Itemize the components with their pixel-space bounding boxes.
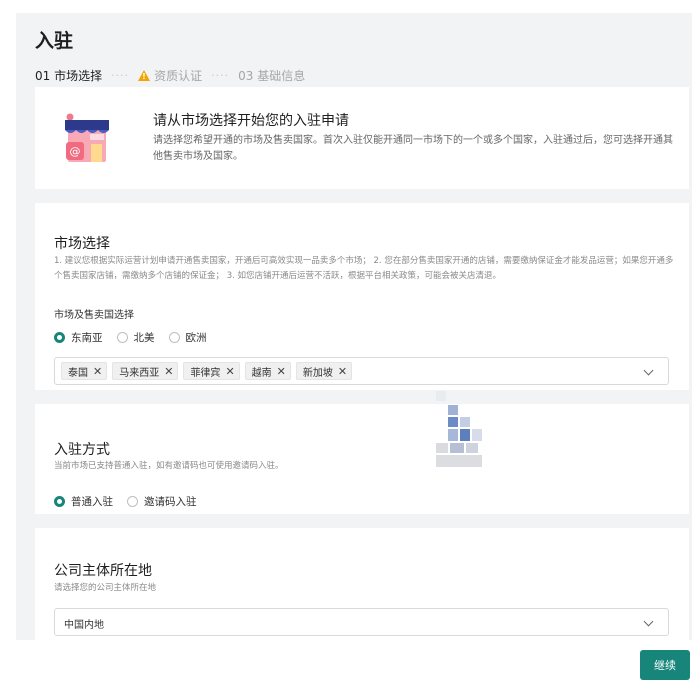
remove-tag-icon[interactable]: ✕	[338, 365, 347, 378]
remove-tag-icon[interactable]: ✕	[225, 365, 234, 378]
company-location-description: 请选择您的公司主体所在地	[54, 583, 157, 593]
country-tag: 马来西亚 ✕	[112, 362, 179, 380]
market-section-description: 1. 建议您根据实际运营计划申请开通售卖国家，开通后可高效实现一品卖多个市场； …	[54, 256, 674, 281]
join-method-description: 当前市场已支持普通入驻，如有邀请码也可使用邀请码入驻。	[54, 461, 284, 471]
join-method-radio-invite-code[interactable]: 邀请码入驻	[127, 494, 197, 509]
region-radio-southeast-asia[interactable]: 东南亚	[54, 330, 103, 345]
join-method-label: 普通入驻	[71, 496, 113, 508]
pixelated-overlay	[424, 391, 490, 477]
company-location-title: 公司主体所在地	[54, 563, 152, 579]
intro-description: 请选择您希望开通的市场及售卖国家。首次入驻仅能开通同一市场下的一个或多个国家，入…	[153, 135, 673, 162]
radio-unchecked-icon[interactable]	[168, 332, 180, 343]
region-radio-europe[interactable]: 欧洲	[168, 330, 207, 345]
country-tag: 越南 ✕	[244, 362, 291, 380]
region-label: 北美	[133, 332, 155, 344]
chevron-down-icon[interactable]	[643, 365, 654, 376]
join-method-label: 邀请码入驻	[144, 496, 197, 508]
region-label: 欧洲	[185, 332, 207, 344]
company-location-value: 中国内地	[64, 620, 104, 631]
step-separator: ····	[211, 69, 230, 82]
step-indicator: 01 市场选择 ···· ! 资质认证 ···· 03 基础信息	[35, 67, 305, 84]
company-location-card: 公司主体所在地 请选择您的公司主体所在地 中国内地	[35, 528, 689, 640]
join-method-radio-standard[interactable]: 普通入驻	[54, 494, 113, 509]
radio-checked-icon[interactable]	[54, 332, 65, 343]
country-tag-list: 泰国 ✕ 马来西亚 ✕ 菲律宾 ✕ 越南 ✕ 新加坡 ✕	[61, 362, 357, 380]
step-separator: ····	[111, 69, 130, 82]
region-label: 东南亚	[71, 332, 103, 344]
radio-unchecked-icon[interactable]	[127, 496, 138, 507]
company-location-select[interactable]: 中国内地	[54, 608, 669, 636]
onboarding-page: 入驻 01 市场选择 ···· ! 资质认证 ···· 03 基础信息 @ 请从…	[16, 13, 692, 640]
intro-title: 请从市场选择开始您的入驻申请	[153, 113, 349, 129]
chevron-down-icon[interactable]	[643, 616, 654, 627]
remove-tag-icon[interactable]: ✕	[277, 365, 286, 378]
step-basic-info[interactable]: 03 基础信息	[238, 67, 305, 84]
warning-icon: !	[138, 70, 151, 81]
step-market[interactable]: 01 市场选择	[35, 67, 102, 84]
market-section-title: 市场选择	[54, 236, 110, 252]
step-qualification[interactable]: 资质认证	[154, 67, 202, 84]
page-title: 入驻	[35, 30, 74, 52]
join-method-title: 入驻方式	[54, 442, 110, 458]
storefront-icon: @	[65, 113, 109, 162]
intro-card: @ 请从市场选择开始您的入驻申请 请选择您希望开通的市场及售卖国家。首次入驻仅能…	[35, 87, 689, 189]
country-tag: 菲律宾 ✕	[183, 362, 240, 380]
radio-checked-icon[interactable]	[54, 496, 65, 507]
radio-unchecked-icon[interactable]	[116, 332, 128, 343]
region-radio-group: 东南亚 北美 欧洲	[54, 330, 221, 345]
remove-tag-icon[interactable]: ✕	[93, 365, 102, 378]
market-field-label: 市场及售卖国选择	[54, 310, 134, 321]
join-method-radio-group: 普通入驻 邀请码入驻	[54, 494, 211, 509]
market-card: 市场选择 1. 建议您根据实际运营计划申请开通售卖国家，开通后可高效实现一品卖多…	[35, 203, 689, 390]
country-tag: 新加坡 ✕	[295, 362, 353, 380]
join-method-card: 入驻方式 当前市场已支持普通入驻，如有邀请码也可使用邀请码入驻。 普通入驻 邀请…	[35, 404, 689, 514]
continue-button[interactable]: 继续	[640, 650, 690, 680]
svg-text:@: @	[70, 145, 81, 158]
country-tag: 泰国 ✕	[61, 362, 108, 380]
country-multiselect[interactable]: 泰国 ✕ 马来西亚 ✕ 菲律宾 ✕ 越南 ✕ 新加坡 ✕	[54, 357, 669, 385]
region-radio-north-america[interactable]: 北美	[116, 330, 155, 345]
remove-tag-icon[interactable]: ✕	[164, 365, 173, 378]
